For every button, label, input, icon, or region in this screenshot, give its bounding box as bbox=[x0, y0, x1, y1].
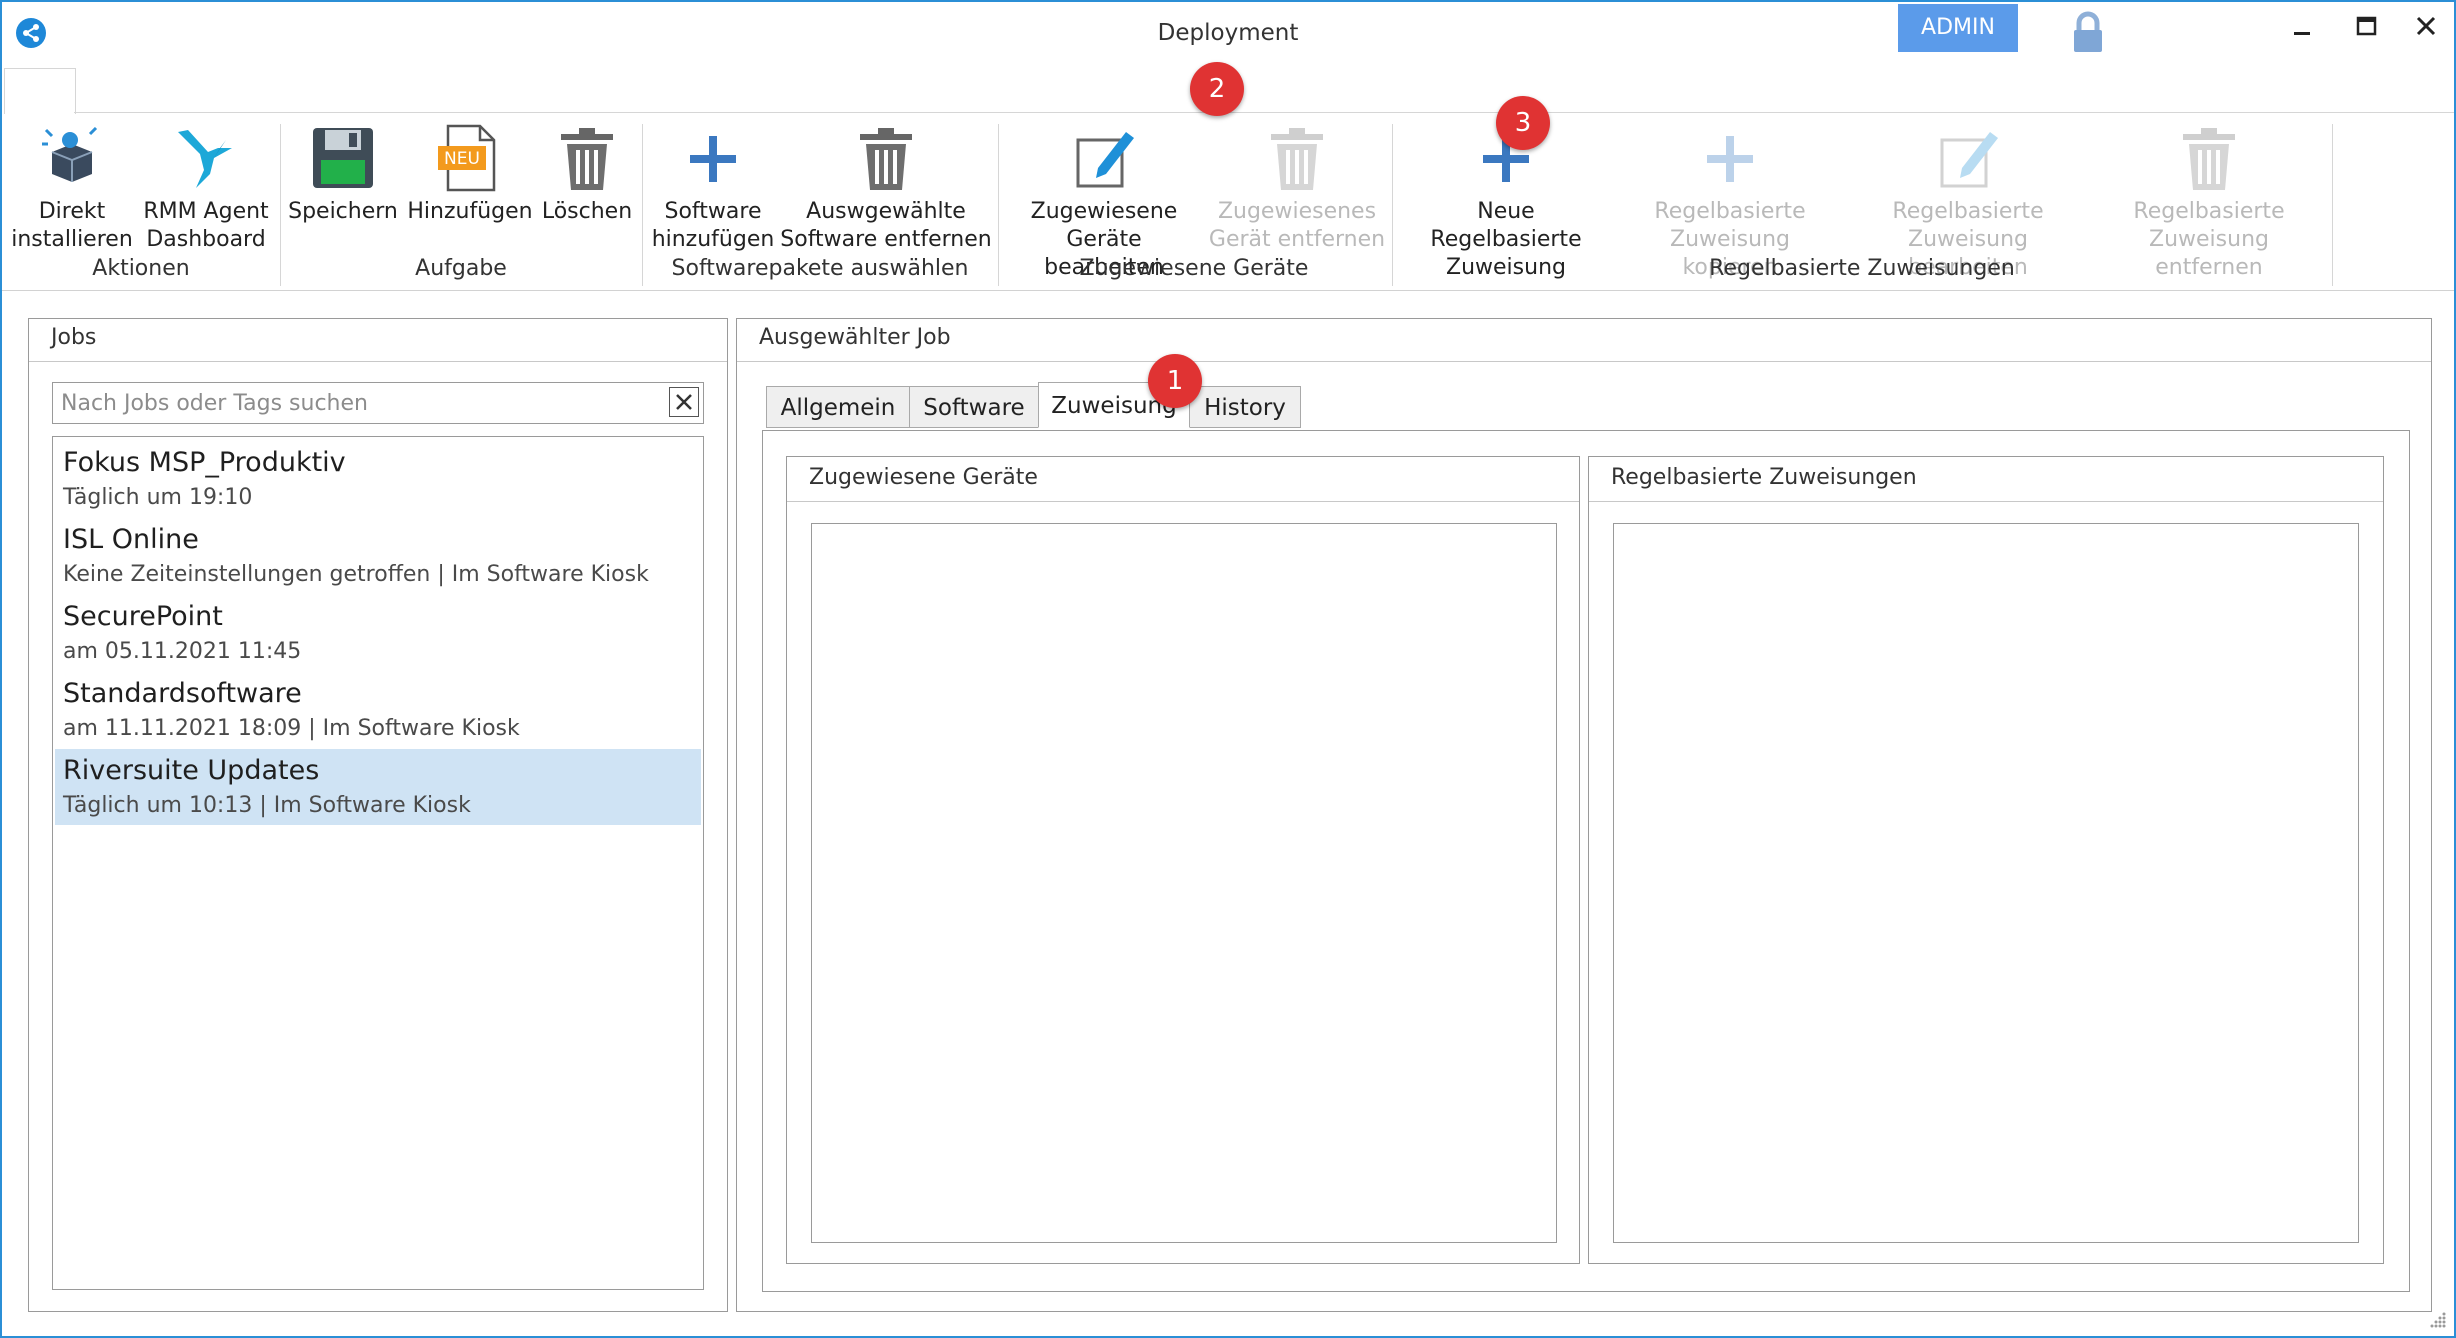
add-label: Hinzufügen bbox=[407, 199, 533, 224]
maximize-icon[interactable] bbox=[2346, 8, 2386, 48]
trash-icon bbox=[860, 128, 912, 190]
job-list-item[interactable]: Standardsoftware am 11.11.2021 18:09 | I… bbox=[55, 672, 701, 748]
copy-rule-label-1: Regelbasierte bbox=[1654, 199, 1806, 224]
rule-assignments-panel: Regelbasierte Zuweisungen bbox=[1588, 456, 2384, 1264]
rule-assignments-title: Regelbasierte Zuweisungen bbox=[1611, 465, 1917, 490]
edit-devices-label-1: Zugewiesene bbox=[1030, 199, 1178, 224]
new-rule-label-1: Neue Regelbasierte bbox=[1430, 199, 1582, 252]
selected-job-title: Ausgewählter Job bbox=[759, 325, 951, 350]
group-label-softwarepakete: Softwarepakete auswählen bbox=[671, 256, 969, 281]
remove-device-label-2: Gerät entfernen bbox=[1208, 227, 1386, 252]
new-document-icon: NEU bbox=[438, 124, 496, 192]
save-button[interactable]: Speichern bbox=[288, 118, 398, 226]
rule-assignments-list[interactable] bbox=[1613, 523, 2359, 1243]
job-name: Riversuite Updates bbox=[63, 755, 320, 786]
resize-grip-icon[interactable] bbox=[2428, 1310, 2448, 1330]
job-list-item[interactable]: ISL Online Keine Zeiteinstellungen getro… bbox=[55, 518, 701, 594]
trash-icon bbox=[561, 128, 613, 190]
group-label-regelbasierte: Regelbasierte Zuweisungen bbox=[1709, 256, 2015, 281]
ribbon-divider bbox=[74, 112, 2454, 113]
user-badge[interactable]: ADMIN bbox=[1898, 4, 2018, 52]
assigned-devices-panel: Zugewiesene Geräte bbox=[786, 456, 1580, 1264]
file-tab[interactable] bbox=[4, 68, 76, 115]
direct-install-label-2: installieren bbox=[11, 227, 133, 252]
save-label: Speichern bbox=[288, 199, 398, 224]
tab-allgemein[interactable]: Allgemein bbox=[766, 386, 910, 428]
job-schedule: Täglich um 10:13 | Im Software Kiosk bbox=[63, 793, 471, 818]
job-list-item[interactable]: Fokus MSP_Produktiv Täglich um 19:10 bbox=[55, 441, 701, 517]
assigned-devices-title: Zugewiesene Geräte bbox=[809, 465, 1038, 490]
rmm-agent-label-2: Dashboard bbox=[146, 227, 266, 252]
step-marker-2: 2 bbox=[1190, 62, 1244, 116]
panel-divider bbox=[1589, 501, 2383, 502]
minimize-icon[interactable] bbox=[2282, 8, 2322, 48]
job-list: Fokus MSP_Produktiv Täglich um 19:10 ISL… bbox=[52, 436, 704, 1290]
trash-icon bbox=[2183, 128, 2235, 190]
remove-selected-software-button[interactable]: Auswgewählte Software entfernen bbox=[780, 118, 992, 254]
panel-divider bbox=[737, 361, 2431, 362]
plus-icon bbox=[690, 136, 736, 182]
delete-label: Löschen bbox=[541, 199, 633, 224]
direct-install-button[interactable]: Direkt installieren bbox=[10, 118, 134, 254]
rmm-agent-label-1: RMM Agent bbox=[143, 199, 269, 224]
step-marker-1: 1 bbox=[1148, 354, 1202, 408]
remove-software-label-2: Software entfernen bbox=[780, 227, 992, 252]
install-box-icon bbox=[42, 126, 98, 182]
new-badge-text: NEU bbox=[444, 149, 480, 169]
edit-icon bbox=[1940, 132, 1998, 188]
job-schedule: am 05.11.2021 11:45 bbox=[63, 639, 302, 664]
app-window: Deployment ADMIN Direkt installieren RMM… bbox=[0, 0, 2456, 1338]
job-name: SecurePoint bbox=[63, 601, 223, 632]
add-button[interactable]: NEU Hinzufügen bbox=[406, 118, 534, 226]
job-schedule: Täglich um 19:10 bbox=[63, 485, 253, 510]
job-list-item[interactable]: SecurePoint am 05.11.2021 11:45 bbox=[55, 595, 701, 671]
job-schedule: am 11.11.2021 18:09 | Im Software Kiosk bbox=[63, 716, 520, 741]
close-icon[interactable] bbox=[2406, 8, 2446, 48]
job-search-input[interactable] bbox=[59, 383, 663, 423]
ribbon: Direkt installieren RMM Agent Dashboard … bbox=[2, 114, 2454, 291]
tab-software[interactable]: Software bbox=[909, 386, 1039, 428]
lock-icon[interactable] bbox=[2068, 10, 2108, 54]
panel-divider bbox=[29, 361, 727, 362]
edit-rule-label-1: Regelbasierte bbox=[1892, 199, 2044, 224]
remove-device-label-1: Zugewiesenes bbox=[1217, 199, 1377, 224]
step-marker-3: 3 bbox=[1496, 96, 1550, 150]
tab-history[interactable]: History bbox=[1189, 386, 1301, 428]
jobs-panel-title: Jobs bbox=[51, 325, 97, 350]
direct-install-label-1: Direkt bbox=[38, 199, 106, 224]
rmm-agent-dashboard-button[interactable]: RMM Agent Dashboard bbox=[138, 118, 274, 254]
job-search-box bbox=[52, 382, 704, 424]
ribbon-separator bbox=[2332, 124, 2333, 286]
remove-rule-label-1: Regelbasierte bbox=[2133, 199, 2285, 224]
job-schedule: Keine Zeiteinstellungen getroffen | Im S… bbox=[63, 562, 649, 587]
clear-search-icon[interactable] bbox=[669, 387, 699, 417]
job-list-item-selected[interactable]: Riversuite Updates Täglich um 10:13 | Im… bbox=[55, 749, 701, 825]
add-software-label-1: Software bbox=[664, 199, 762, 224]
remove-software-label-1: Auswgewählte bbox=[806, 199, 966, 224]
floppy-disk-icon bbox=[313, 128, 373, 188]
job-name: Fokus MSP_Produktiv bbox=[63, 447, 346, 478]
job-name: Standardsoftware bbox=[63, 678, 302, 709]
remove-assigned-device-button[interactable]: Zugewiesenes Gerät entfernen bbox=[1208, 118, 1386, 254]
group-label-aufgabe: Aufgabe bbox=[415, 256, 507, 281]
delete-button[interactable]: Löschen bbox=[540, 118, 634, 226]
add-software-label-2: hinzufügen bbox=[651, 227, 775, 252]
group-label-aktionen: Aktionen bbox=[92, 256, 190, 281]
add-software-button[interactable]: Software hinzufügen bbox=[648, 118, 778, 254]
title-bar: Deployment ADMIN bbox=[2, 2, 2454, 68]
group-label-zugewiesene-geraete: Zugewiesene Geräte bbox=[1079, 256, 1309, 281]
plus-icon bbox=[1707, 136, 1753, 182]
job-name: ISL Online bbox=[63, 524, 199, 555]
edit-icon bbox=[1076, 132, 1134, 188]
hummingbird-icon bbox=[178, 130, 232, 188]
trash-icon bbox=[1271, 128, 1323, 190]
panel-divider bbox=[787, 501, 1579, 502]
assigned-devices-list[interactable] bbox=[811, 523, 1557, 1243]
